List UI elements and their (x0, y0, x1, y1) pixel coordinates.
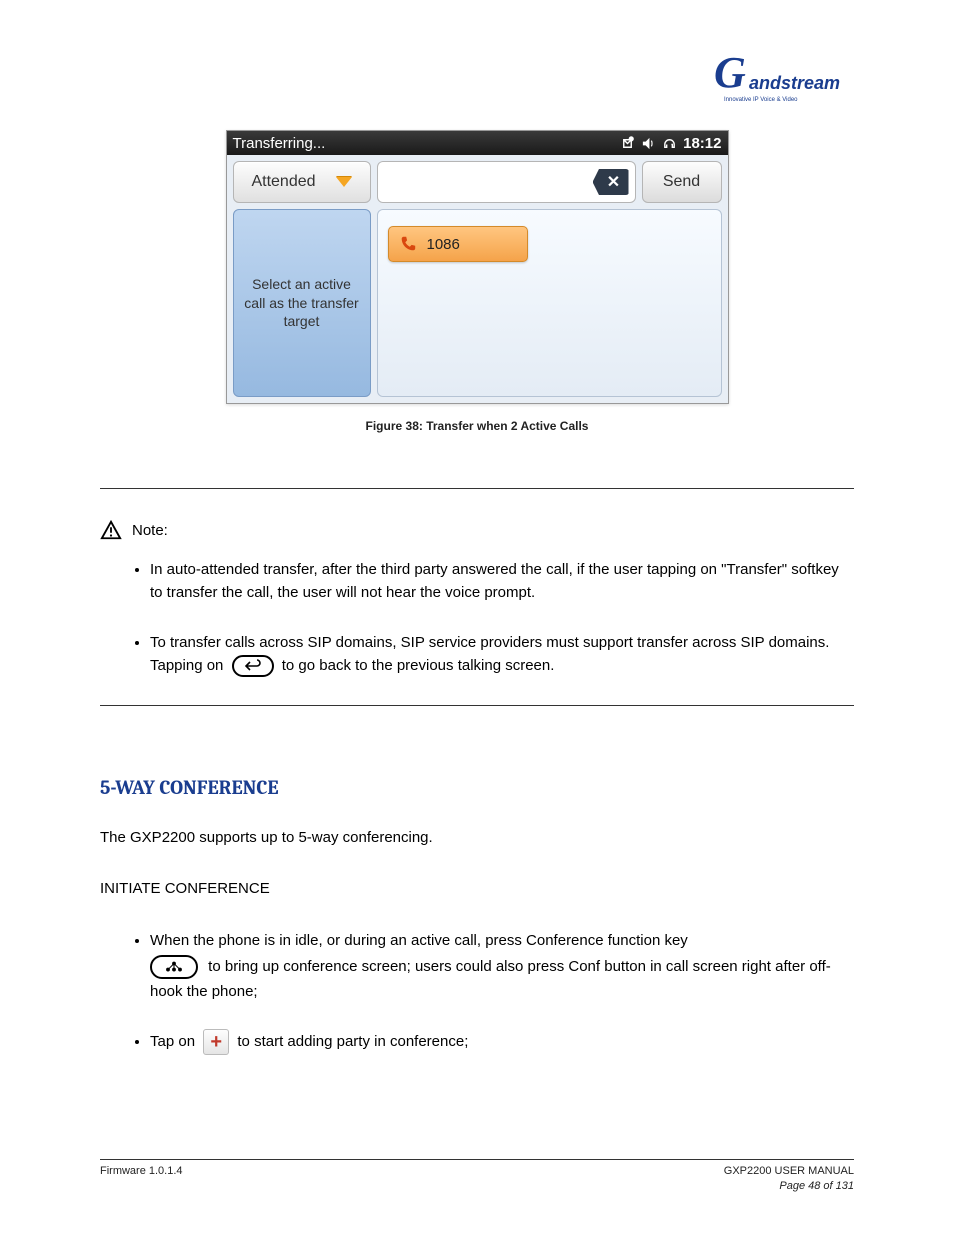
note-item: In auto-attended transfer, after the thi… (150, 559, 854, 604)
list-item-pre: When the phone is in idle, or during an … (150, 932, 688, 949)
attended-dropdown[interactable]: Attended (233, 161, 371, 203)
note-item-text: In auto-attended transfer, after the thi… (150, 561, 839, 601)
chevron-down-icon (336, 177, 352, 187)
note-heading: Note: (132, 522, 168, 539)
brand-logo: G andstream Innovative IP Voice & Video (719, 55, 839, 115)
backspace-button[interactable]: ✕ (593, 169, 629, 195)
voicemail-icon (620, 136, 635, 151)
note-item: To transfer calls across SIP domains, SI… (150, 632, 854, 677)
speaker-icon (641, 136, 656, 151)
instruction-panel: Select an active call as the transfer ta… (233, 209, 371, 397)
statusbar-right: 18:12 (620, 135, 721, 152)
figure-caption: Figure 38: Transfer when 2 Active Calls (226, 419, 729, 433)
list-item: Tap on + to start adding party in confer… (150, 1029, 854, 1055)
transfer-top-row: Attended ✕ Send (227, 155, 728, 209)
section-heading: 5-WAY CONFERENCE (100, 776, 854, 799)
status-bar: Transferring... 18:12 (227, 131, 728, 155)
section-intro: The GXP2200 supports up to 5-way confere… (100, 827, 854, 850)
transfer-body-row: Select an active call as the transfer ta… (227, 209, 728, 403)
call-chip-number: 1086 (427, 236, 460, 253)
phone-screen: Transferring... 18:12 Attended (226, 130, 729, 404)
footer-rule (100, 1159, 854, 1160)
active-call-chip[interactable]: 1086 (388, 226, 528, 262)
send-button[interactable]: Send (642, 161, 722, 203)
footer-manual: GXP2200 USER MANUAL (724, 1165, 854, 1177)
back-key-icon (232, 655, 274, 677)
number-input[interactable]: ✕ (377, 161, 636, 203)
list-item: When the phone is in idle, or during an … (150, 928, 854, 1005)
logo-brand-text: andstream (749, 73, 840, 94)
backspace-glyph: ✕ (607, 172, 620, 192)
logo-g-glyph: G (714, 47, 746, 98)
footer-firmware: Firmware 1.0.1.4 (100, 1164, 183, 1178)
list-item-mid: to bring up conference screen; users cou… (150, 958, 831, 1001)
send-label: Send (663, 173, 700, 191)
phone-screenshot: Transferring... 18:12 Attended (226, 130, 729, 433)
list-item-pre: Tap on (150, 1033, 195, 1050)
phone-icon (399, 235, 417, 253)
note-item-post: to go back to the previous talking scree… (282, 657, 555, 674)
headset-icon (662, 136, 677, 151)
note-list: In auto-attended transfer, after the thi… (150, 559, 854, 677)
statusbar-time: 18:12 (683, 135, 721, 152)
list-item-post: to start adding party in conference; (237, 1033, 468, 1050)
statusbar-title: Transferring... (233, 135, 326, 152)
plus-icon: + (203, 1029, 229, 1055)
section-subheading: INITIATE CONFERENCE (100, 878, 854, 901)
conference-key-icon (150, 955, 198, 979)
section-list: When the phone is in idle, or during an … (150, 928, 854, 1055)
attended-label: Attended (251, 173, 315, 191)
note-block: Note: In auto-attended transfer, after t… (100, 488, 854, 706)
note-top-rule (100, 488, 854, 489)
warning-icon (100, 519, 122, 541)
page-footer: Firmware 1.0.1.4 GXP2200 USER MANUAL Pag… (100, 1159, 854, 1193)
active-calls-panel: 1086 (377, 209, 722, 397)
logo-tagline: Innovative IP Voice & Video (724, 97, 798, 103)
instruction-text: Select an active call as the transfer ta… (242, 275, 362, 332)
note-bottom-rule (100, 705, 854, 706)
footer-page: Page 48 of 131 (779, 1180, 854, 1192)
